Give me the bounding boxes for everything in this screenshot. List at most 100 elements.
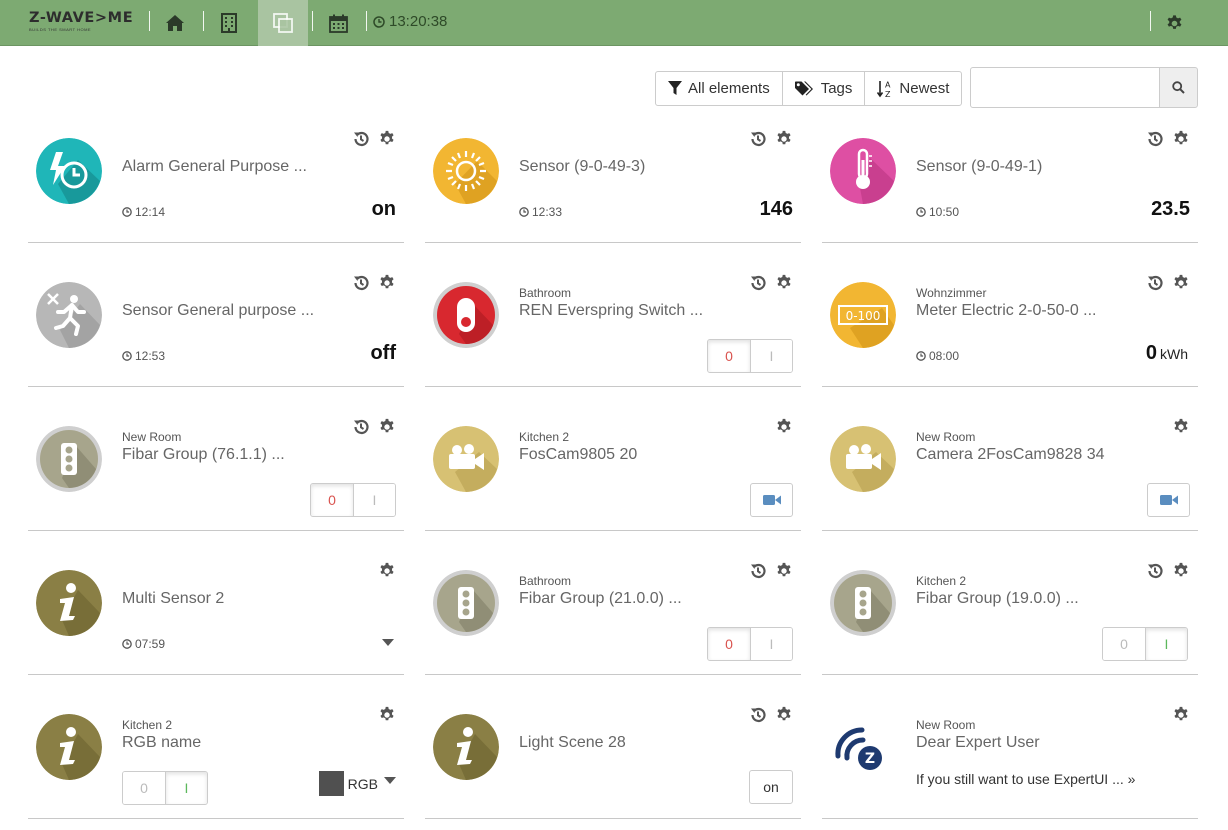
widget-settings-button[interactable] bbox=[774, 273, 793, 292]
widget-settings-button[interactable] bbox=[1171, 705, 1190, 724]
rgb-swatch[interactable] bbox=[318, 771, 344, 796]
nav-events-button[interactable] bbox=[313, 0, 363, 46]
widget-card: Sensor (9-0-49-3) 12:33 146 bbox=[425, 122, 801, 243]
nav-home-button[interactable] bbox=[150, 0, 200, 46]
widget-tools bbox=[377, 561, 396, 580]
widget-title: Sensor (9-0-49-1) bbox=[916, 158, 1043, 175]
widget-settings-button[interactable] bbox=[377, 273, 396, 292]
switch-off-button[interactable]: 0 bbox=[708, 628, 750, 660]
widget-room: Bathroom bbox=[519, 286, 572, 300]
switch-off-button[interactable]: 0 bbox=[708, 340, 750, 372]
open-camera-button[interactable] bbox=[1147, 483, 1190, 517]
switch-on-button[interactable]: I bbox=[353, 484, 395, 516]
history-button[interactable] bbox=[748, 273, 767, 292]
switch-on-button[interactable]: I bbox=[165, 772, 207, 804]
widget-value: 0 kWh bbox=[1146, 342, 1188, 365]
logo-tagline: BUILDS THE SMART HOME bbox=[29, 27, 92, 32]
scene-on-button[interactable]: on bbox=[749, 770, 793, 804]
tags-button[interactable]: Tags bbox=[783, 72, 866, 105]
widget-title: Fibar Group (76.1.1) ... bbox=[122, 446, 285, 463]
widget-tools bbox=[748, 273, 793, 292]
expert-ui-link[interactable]: If you still want to use ExpertUI ... » bbox=[916, 771, 1135, 787]
history-button[interactable] bbox=[748, 129, 767, 148]
widget-room: Wohnzimmer bbox=[916, 286, 987, 300]
rgb-label: RGB bbox=[347, 775, 378, 792]
nav-rooms-button[interactable] bbox=[204, 0, 254, 46]
widget-settings-button[interactable] bbox=[1171, 561, 1190, 580]
gear-icon bbox=[776, 562, 791, 576]
switch-on-button[interactable]: I bbox=[750, 340, 792, 372]
widget-title: REN Everspring Switch ... bbox=[519, 302, 704, 319]
switch-icon bbox=[433, 282, 499, 348]
widget-card: New Room Camera 2FosCam9828 34 bbox=[822, 410, 1198, 531]
settings-button[interactable] bbox=[1151, 0, 1197, 46]
widget-settings-button[interactable] bbox=[774, 417, 793, 436]
history-button[interactable] bbox=[748, 705, 767, 724]
widget-settings-button[interactable] bbox=[1171, 129, 1190, 148]
widget-settings-button[interactable] bbox=[377, 705, 396, 724]
widget-room: New Room bbox=[916, 718, 976, 732]
switch-on-button[interactable]: I bbox=[750, 628, 792, 660]
history-button[interactable] bbox=[1145, 273, 1164, 292]
history-button[interactable] bbox=[1145, 129, 1164, 148]
widget-settings-button[interactable] bbox=[774, 129, 793, 148]
expand-caret-icon[interactable] bbox=[382, 639, 394, 646]
switch-off-button[interactable]: 0 bbox=[123, 772, 165, 804]
widget-value: off bbox=[370, 342, 396, 364]
history-button[interactable] bbox=[748, 561, 767, 580]
widget-title: Dear Expert User bbox=[916, 734, 1040, 751]
widget-settings-button[interactable] bbox=[377, 417, 396, 436]
widget-title: Alarm General Purpose ... bbox=[122, 158, 307, 175]
gear-icon bbox=[776, 130, 791, 144]
widget-room: New Room bbox=[122, 430, 182, 444]
switch-on-button[interactable]: I bbox=[1145, 628, 1187, 660]
widget-room: Bathroom bbox=[519, 574, 572, 588]
widget-settings-button[interactable] bbox=[1171, 273, 1190, 292]
switch-off-button[interactable]: 0 bbox=[311, 484, 353, 516]
traffic-light-icon bbox=[830, 570, 896, 636]
widget-settings-button[interactable] bbox=[377, 561, 396, 580]
home-icon bbox=[166, 15, 184, 31]
traffic-light-icon bbox=[36, 426, 102, 492]
search-input[interactable] bbox=[970, 67, 1160, 108]
widget-title: Sensor General purpose ... bbox=[122, 302, 315, 319]
widget-settings-button[interactable] bbox=[774, 561, 793, 580]
tags-label: Tags bbox=[820, 80, 853, 97]
history-button[interactable] bbox=[1145, 561, 1164, 580]
clock-icon bbox=[373, 16, 385, 28]
switch-off-button[interactable]: 0 bbox=[1103, 628, 1145, 660]
nav-elements-button[interactable] bbox=[258, 0, 308, 46]
widget-card: Kitchen 2 Fibar Group (19.0.0) ... 0 I bbox=[822, 554, 1198, 675]
widget-card: Alarm General Purpose ... 12:14 on bbox=[28, 122, 404, 243]
widget-card: Bathroom REN Everspring Switch ... 0 I bbox=[425, 266, 801, 387]
widget-settings-button[interactable] bbox=[1171, 417, 1190, 436]
history-button[interactable] bbox=[351, 417, 370, 436]
search-button[interactable] bbox=[1159, 67, 1198, 108]
widget-title: Light Scene 28 bbox=[519, 734, 626, 751]
gear-icon bbox=[379, 418, 394, 432]
sort-newest-button[interactable]: AZ Newest bbox=[865, 72, 961, 105]
history-button[interactable] bbox=[351, 129, 370, 148]
widget-room: Kitchen 2 bbox=[519, 430, 570, 444]
widget-room: New Room bbox=[916, 430, 976, 444]
history-icon bbox=[750, 563, 766, 578]
clock-icon bbox=[122, 207, 132, 217]
history-button[interactable] bbox=[351, 273, 370, 292]
all-elements-button[interactable]: All elements bbox=[656, 72, 783, 105]
widget-settings-button[interactable] bbox=[774, 705, 793, 724]
gear-icon bbox=[776, 274, 791, 288]
filter-icon bbox=[668, 81, 682, 95]
rgb-color-picker[interactable]: RGB bbox=[318, 771, 396, 796]
widget-title: Sensor (9-0-49-3) bbox=[519, 158, 646, 175]
zwave-logo[interactable]: Z-WAVE>ME BUILDS THE SMART HOME bbox=[29, 10, 133, 34]
chevron-down-icon[interactable] bbox=[384, 777, 396, 784]
open-camera-button[interactable] bbox=[750, 483, 793, 517]
history-icon bbox=[1147, 563, 1163, 578]
widget-tools bbox=[1145, 129, 1190, 148]
gear-icon bbox=[1173, 562, 1188, 576]
widget-value-number: 0 bbox=[1145, 342, 1157, 364]
gear-icon bbox=[379, 706, 394, 720]
widget-updated-time: 12:53 bbox=[122, 349, 165, 363]
widget-settings-button[interactable] bbox=[377, 129, 396, 148]
clock-icon bbox=[916, 207, 926, 217]
